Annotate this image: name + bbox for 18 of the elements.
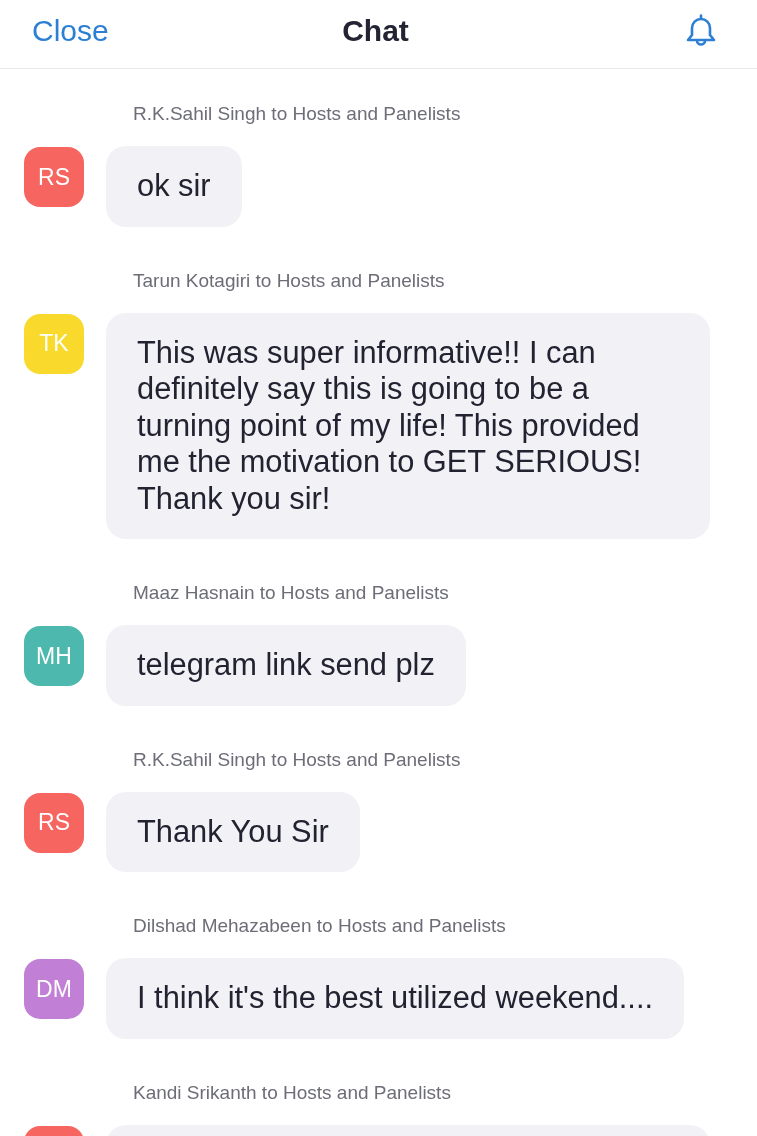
avatar: MH (24, 626, 84, 686)
message-sender: Maaz Hasnain to Hosts and Panelists (133, 581, 449, 605)
message-bubble: I think it's the best utilized weekend.... (106, 958, 684, 1039)
message-bubble: This was super informative!! I can definitely say this is going to be a turning point of my life! This provided me the motivation to GET SERIOUS! Thank you sir! (106, 312, 710, 539)
avatar: RS (24, 147, 84, 207)
close-button[interactable]: Close (32, 13, 109, 49)
message-sender: R.K.Sahil Singh to Hosts and Panelists (133, 747, 461, 772)
avatar: RS (24, 792, 84, 853)
message-bubble: Thank You Sir (106, 791, 360, 872)
avatar: TK (24, 313, 84, 374)
message-sender: Kandi Srikanth to Hosts and Panelists (133, 1080, 451, 1105)
message-sender: Tarun Kotagiri to Hosts and Panelists (133, 268, 445, 293)
message-bubble: telegram link send plz (106, 625, 466, 706)
avatar: DM (24, 959, 84, 1019)
window-title: Chat (342, 13, 409, 49)
message-sender: R.K.Sahil Singh to Hosts and Panelists (133, 102, 461, 126)
message-bubble: ok sir (106, 146, 242, 227)
message-sender: Dilshad Mehazabeen to Hosts and Panelists (133, 914, 506, 938)
